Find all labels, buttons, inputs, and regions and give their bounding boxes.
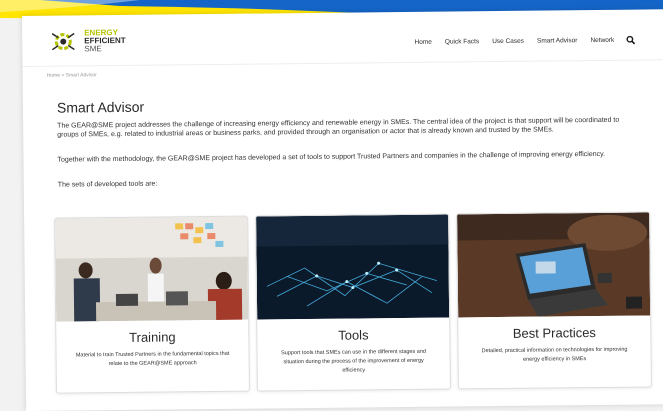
nav-smart-advisor[interactable]: Smart Advisor [537, 37, 578, 44]
card-tools-description: Support tools that SMEs can use in the d… [281, 348, 426, 374]
breadcrumb[interactable]: Home > Smart Advisor [47, 72, 97, 79]
card-best-practices[interactable]: Best Practices Detailed, practical infor… [456, 211, 652, 390]
logo-gear-icon [51, 32, 75, 51]
methodology-paragraph: Together with the methodology, the GEAR@… [57, 150, 606, 164]
nav-home[interactable]: Home [414, 39, 431, 46]
card-best-practices-title: Best Practices [512, 325, 596, 341]
intro-paragraph: The GEAR@SME project addresses the chall… [57, 116, 620, 139]
site-header: ENERGY EFFICIENT SME Home Quick Facts Us… [22, 9, 663, 67]
card-training[interactable]: Training Material to train Trusted Partn… [54, 215, 250, 394]
browser-page: ENERGY EFFICIENT SME Home Quick Facts Us… [22, 9, 663, 411]
tools-intro-paragraph: The sets of developed tools are: [57, 180, 158, 189]
card-tools[interactable]: Tools Support tools that SMEs can use in… [255, 213, 451, 392]
main-nav: Home Quick Facts Use Cases Smart Advisor… [401, 35, 636, 47]
card-training-description: Material to train Trusted Partners in th… [75, 350, 230, 368]
search-icon[interactable] [626, 35, 636, 45]
card-best-practices-description: Detailed, practical information on techn… [481, 346, 628, 363]
site-logo[interactable]: ENERGY EFFICIENT SME [48, 28, 126, 54]
page-title: Smart Advisor [56, 98, 145, 116]
nav-quick-facts[interactable]: Quick Facts [445, 38, 479, 45]
training-image [55, 216, 249, 322]
card-training-title: Training [129, 329, 176, 345]
logo-line3: SME [84, 44, 102, 54]
best-practices-image [457, 212, 651, 318]
nav-network[interactable]: Network [590, 37, 614, 44]
logo-text: ENERGY EFFICIENT SME [84, 28, 126, 54]
nav-use-cases[interactable]: Use Cases [492, 38, 524, 45]
tools-image [256, 214, 450, 320]
card-tools-title: Tools [338, 327, 369, 343]
